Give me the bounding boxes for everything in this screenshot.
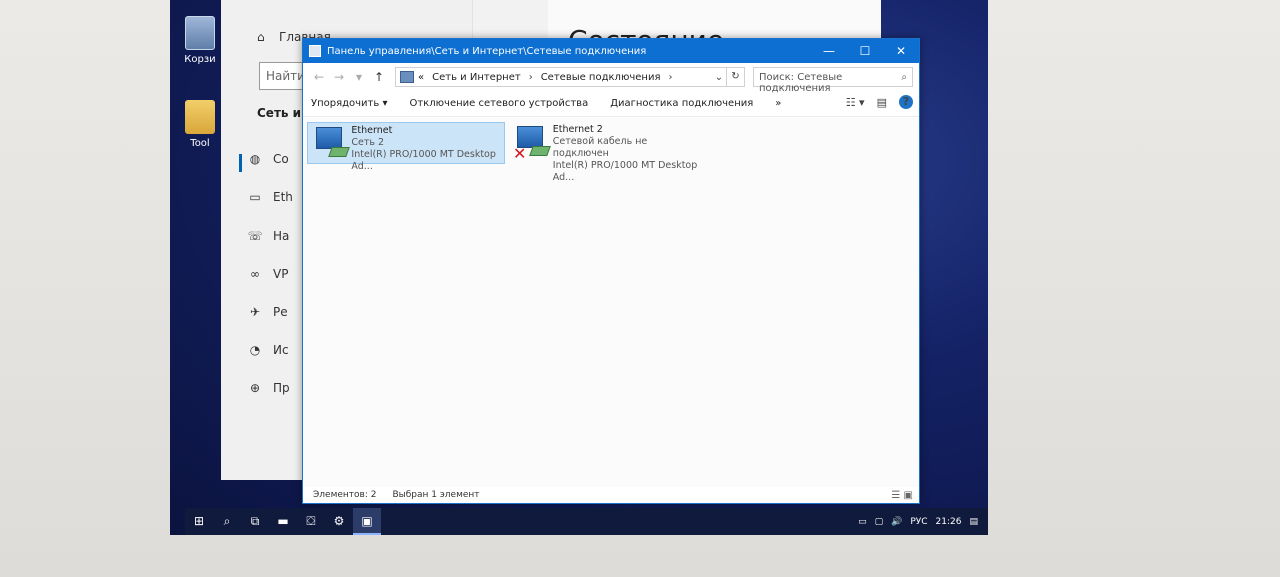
sidebar-item-label: Со xyxy=(273,152,289,166)
file-list-area[interactable]: Ethernet Сеть 2 Intel(R) PRO/1000 MT Des… xyxy=(303,118,919,487)
chevron-right-icon[interactable]: › xyxy=(668,72,672,83)
chevron-right-icon[interactable]: › xyxy=(529,72,533,83)
sidebar-item-label: На xyxy=(273,229,290,243)
adapter-details: Ethernet 2 Сетевой кабель не подключен I… xyxy=(552,124,703,183)
close-button[interactable]: ✕ xyxy=(883,39,919,63)
search-input[interactable]: Поиск: Сетевые подключения ⌕ xyxy=(753,67,913,94)
breadcrumb-network-internet[interactable]: Сеть и Интернет xyxy=(432,72,521,83)
folder-icon xyxy=(185,100,215,134)
notifications-icon[interactable]: ▤ xyxy=(969,517,978,527)
breadcrumb-prefix[interactable]: « xyxy=(418,72,424,83)
network-adapter-icon xyxy=(312,125,350,161)
organize-button[interactable]: Упорядочить ▾ xyxy=(311,98,387,109)
disable-device-button[interactable]: Отключение сетевого устройства xyxy=(409,98,588,109)
minimize-button[interactable]: — xyxy=(811,39,847,63)
ethernet-icon: ▭ xyxy=(249,190,261,204)
search-placeholder: Поиск: Сетевые подключения xyxy=(759,72,843,94)
dialup-icon: ☏ xyxy=(247,229,263,243)
recycle-bin-icon xyxy=(185,16,215,50)
sidebar-item-label: Ре xyxy=(273,305,288,319)
address-row: ← → ▾ ↑ « Сеть и Интернет › Сетевые подк… xyxy=(303,63,919,94)
vpn-icon: ∞ xyxy=(250,267,260,281)
preview-pane-icon[interactable]: ▤ xyxy=(877,96,887,109)
monitor-screen: Корзи Tool ⌂ Главная Найти Сеть и И ◍ Со ▭… xyxy=(170,0,988,535)
refresh-icon[interactable]: ↻ xyxy=(726,68,744,86)
pc-tray-icon[interactable]: ▢ xyxy=(875,517,884,527)
network-tray-icon[interactable]: ▭ xyxy=(858,517,867,527)
home-icon: ⌂ xyxy=(257,30,265,44)
adapter-device: Intel(R) PRO/1000 MT Desktop Ad... xyxy=(351,149,496,172)
sidebar-item-label: Ис xyxy=(273,343,289,357)
system-tray: ▭ ▢ 🔊 РУС 21:26 ▤ xyxy=(850,508,978,535)
maximize-button[interactable]: ☐ xyxy=(847,39,883,63)
network-connections-window: Панель управления\Сеть и Интернет\Сетевы… xyxy=(302,38,920,504)
sidebar-item-label: Eth xyxy=(273,190,293,204)
store-icon[interactable]: ⛋ xyxy=(297,508,325,535)
view-options-icon[interactable]: ☷ ▾ xyxy=(846,96,865,109)
forward-button[interactable]: → xyxy=(329,70,349,84)
address-bar[interactable]: « Сеть и Интернет › Сетевые подключения … xyxy=(395,67,745,87)
adapter-name: Ethernet xyxy=(351,125,393,136)
control-panel-taskbar-icon[interactable]: ▣ xyxy=(353,508,381,535)
more-commands-button[interactable]: » xyxy=(775,98,781,109)
file-explorer-icon[interactable]: ▬ xyxy=(269,508,297,535)
network-folder-icon xyxy=(400,71,414,83)
language-indicator[interactable]: РУС xyxy=(910,517,927,527)
help-icon[interactable]: ? xyxy=(899,95,913,109)
sidebar-item-label: Пр xyxy=(273,381,290,395)
globe-icon: ◍ xyxy=(249,152,261,166)
adapter-name: Ethernet 2 xyxy=(552,124,603,135)
view-toggle-icons[interactable]: ☰ ▣ xyxy=(891,490,913,501)
breadcrumb-network-connections[interactable]: Сетевые подключения xyxy=(541,72,661,83)
task-view-icon[interactable]: ⧉ xyxy=(241,508,269,535)
proxy-icon: ⊕ xyxy=(249,381,261,395)
volume-icon[interactable]: 🔊 xyxy=(891,517,902,527)
clock[interactable]: 21:26 xyxy=(936,517,962,527)
command-bar: Упорядочить ▾ Отключение сетевого устрой… xyxy=(303,91,919,117)
chevron-down-icon[interactable]: ⌄ xyxy=(712,72,726,83)
up-button[interactable]: ↑ xyxy=(369,70,389,84)
adapter-ethernet[interactable]: Ethernet Сеть 2 Intel(R) PRO/1000 MT Des… xyxy=(307,122,505,172)
recent-dropdown-button[interactable]: ▾ xyxy=(349,70,369,84)
data-usage-icon: ◔ xyxy=(249,343,261,357)
start-icon[interactable]: ⊞ xyxy=(185,508,213,535)
diagnose-button[interactable]: Диагностика подключения xyxy=(610,98,753,109)
airplane-icon: ✈ xyxy=(249,305,261,319)
adapter-device: Intel(R) PRO/1000 MT Desktop Ad... xyxy=(552,160,698,183)
search-icon[interactable]: ⌕ xyxy=(213,508,241,535)
adapter-network: Сетевой кабель не подключен xyxy=(552,136,648,159)
status-bar: Элементов: 2 Выбран 1 элемент ☰ ▣ xyxy=(303,487,919,503)
window-title: Панель управления\Сеть и Интернет\Сетевы… xyxy=(327,45,647,57)
settings-icon[interactable]: ⚙ xyxy=(325,508,353,535)
item-count: Элементов: 2 xyxy=(313,490,377,500)
taskbar: ⊞ ⌕ ⧉ ▬ ⛋ ⚙ ▣ ▭ ▢ 🔊 РУС 21:26 ▤ xyxy=(185,508,988,535)
control-panel-icon xyxy=(309,45,321,57)
adapter-ethernet-2[interactable]: ✕ Ethernet 2 Сетевой кабель не подключен… xyxy=(509,122,707,183)
selection-count: Выбран 1 элемент xyxy=(392,490,480,500)
adapter-details: Ethernet Сеть 2 Intel(R) PRO/1000 MT Des… xyxy=(351,125,500,172)
window-titlebar[interactable]: Панель управления\Сеть и Интернет\Сетевы… xyxy=(303,39,919,63)
search-icon: ⌕ xyxy=(901,72,907,83)
sidebar-item-label: VP xyxy=(273,267,289,281)
view-controls: ☷ ▾ ▤ ? xyxy=(834,95,913,109)
back-button[interactable]: ← xyxy=(309,70,329,84)
network-adapter-disconnected-icon: ✕ xyxy=(513,124,551,163)
adapter-network: Сеть 2 xyxy=(351,137,385,148)
